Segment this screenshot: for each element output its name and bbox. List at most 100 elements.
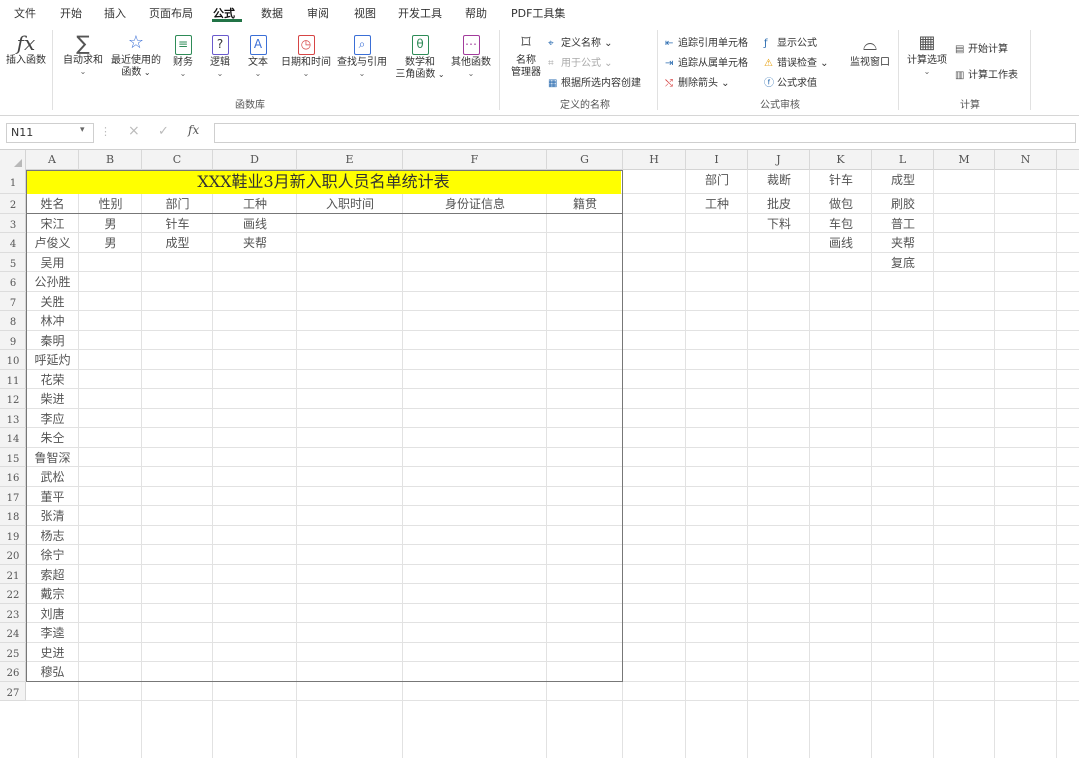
tab-pdf-tools[interactable]: PDF工具集: [511, 5, 565, 21]
name-cell[interactable]: 吴用: [26, 253, 79, 273]
row-header[interactable]: 17: [0, 487, 26, 506]
lookup-cell[interactable]: 画线: [810, 233, 872, 253]
drag-handle-icon[interactable]: ⋮: [100, 125, 111, 138]
worksheet-grid[interactable]: ABCDEFGHIJKLMN 1 2 3 4 5 6 7 8 9 10 11 12 13 14 15 16 17…: [0, 150, 1079, 758]
error-checking-button[interactable]: ⚠ 错误检查 ⌄: [764, 54, 829, 69]
trace-precedents-button[interactable]: ⇤ 追踪引用单元格: [665, 34, 748, 49]
row-header[interactable]: 25: [0, 643, 26, 662]
name-cell[interactable]: 杨志: [26, 526, 79, 546]
row-header[interactable]: 4: [0, 233, 26, 253]
column-header-b[interactable]: B: [79, 150, 142, 170]
select-all-corner[interactable]: [0, 150, 26, 170]
row-header[interactable]: 23: [0, 604, 26, 623]
sheet-title[interactable]: XXX鞋业3月新入职人员名单统计表: [26, 170, 621, 194]
define-name-button[interactable]: ⌖ 定义名称 ⌄: [548, 34, 613, 49]
row-header[interactable]: 18: [0, 506, 26, 526]
row-header[interactable]: 7: [0, 292, 26, 311]
lookup-cell[interactable]: 复底: [872, 253, 934, 273]
name-cell[interactable]: 戴宗: [26, 584, 79, 604]
lookup-cell[interactable]: 做包: [810, 194, 872, 214]
lookup-cell[interactable]: 普工: [872, 214, 934, 234]
name-cell[interactable]: 李逵: [26, 623, 79, 643]
column-header-h[interactable]: H: [623, 150, 686, 170]
name-cell[interactable]: 穆弘: [26, 662, 79, 682]
name-cell[interactable]: 史进: [26, 643, 79, 663]
lookup-cell[interactable]: 刷胶: [872, 194, 934, 214]
table-cell[interactable]: 成型: [142, 233, 213, 253]
table-header-cell[interactable]: 性别: [79, 194, 142, 214]
column-header-d[interactable]: D: [213, 150, 297, 170]
tab-file[interactable]: 文件: [14, 5, 36, 21]
recent-functions-button[interactable]: ☆ 最近使用的 函数 ⌄: [108, 32, 164, 79]
name-cell[interactable]: 李应: [26, 409, 79, 429]
column-header-m[interactable]: M: [934, 150, 995, 170]
table-header-cell[interactable]: 姓名: [26, 194, 79, 214]
calc-options-button[interactable]: ▦ 计算选项 ⌄: [904, 32, 950, 76]
evaluate-formula-button[interactable]: ⓕ 公式求值: [764, 74, 817, 89]
column-header-n[interactable]: N: [995, 150, 1057, 170]
calc-sheet-button[interactable]: ▥ 计算工作表: [955, 66, 1018, 81]
row-header[interactable]: 21: [0, 565, 26, 584]
row-header[interactable]: 9: [0, 331, 26, 350]
name-manager-button[interactable]: ⌑ 名称 管理器: [506, 32, 546, 79]
autosum-button[interactable]: ∑ 自动求和 ⌄: [58, 32, 108, 76]
lookup-cell[interactable]: 下料: [748, 214, 810, 234]
text-functions-button[interactable]: A 文本 ⌄: [241, 32, 275, 78]
column-header-a[interactable]: A: [26, 150, 79, 170]
row-header[interactable]: 14: [0, 428, 26, 448]
math-trig-button[interactable]: θ 数学和 三角函数 ⌄: [392, 32, 448, 81]
insert-function-icon[interactable]: fx: [188, 123, 199, 137]
lookup-reference-button[interactable]: ⌕ 查找与引用 ⌄: [334, 32, 390, 78]
name-cell[interactable]: 花荣: [26, 370, 79, 390]
table-header-cell[interactable]: 工种: [213, 194, 297, 214]
column-header-j[interactable]: J: [748, 150, 810, 170]
table-cell[interactable]: 宋江: [26, 214, 79, 234]
tab-review[interactable]: 审阅: [307, 5, 329, 21]
tab-insert[interactable]: 插入: [104, 5, 126, 21]
table-header-cell[interactable]: 籍贯: [547, 194, 623, 214]
lookup-cell[interactable]: 车包: [810, 214, 872, 234]
table-cell[interactable]: 男: [79, 233, 142, 253]
row-header[interactable]: 3: [0, 214, 26, 233]
check-icon[interactable]: ✓: [158, 124, 169, 139]
chevron-down-icon[interactable]: ▾: [80, 125, 85, 135]
column-header-i[interactable]: I: [686, 150, 748, 170]
table-cell[interactable]: 夹帮: [213, 233, 297, 253]
row-header[interactable]: 8: [0, 311, 26, 331]
create-from-selection-button[interactable]: ▦ 根据所选内容创建: [548, 74, 641, 89]
watch-window-button[interactable]: ⌓ 监视窗口: [846, 34, 894, 69]
row-header[interactable]: 12: [0, 389, 26, 409]
row-header[interactable]: 15: [0, 448, 26, 467]
table-cell[interactable]: 卢俊义: [26, 233, 79, 253]
lookup-cell[interactable]: 裁断: [748, 170, 810, 194]
tab-view[interactable]: 视图: [354, 5, 376, 21]
tab-home[interactable]: 开始: [60, 5, 82, 21]
name-cell[interactable]: 徐宁: [26, 545, 79, 565]
row-header[interactable]: 11: [0, 370, 26, 389]
financial-button[interactable]: ≡ 财务 ⌄: [166, 32, 200, 78]
name-cell[interactable]: 鲁智深: [26, 448, 79, 468]
name-cell[interactable]: 武松: [26, 467, 79, 487]
name-cell[interactable]: 公孙胜: [26, 272, 79, 292]
name-cell[interactable]: 呼延灼: [26, 350, 79, 370]
more-functions-button[interactable]: ⋯ 其他函数 ⌄: [448, 32, 494, 78]
table-cell[interactable]: 针车: [142, 214, 213, 234]
name-cell[interactable]: 刘唐: [26, 604, 79, 624]
name-cell[interactable]: 董平: [26, 487, 79, 507]
row-header[interactable]: 16: [0, 467, 26, 487]
name-cell[interactable]: 索超: [26, 565, 79, 585]
cancel-icon[interactable]: ×: [128, 123, 140, 139]
tab-help[interactable]: 帮助: [465, 5, 487, 21]
insert-function-button[interactable]: fx 插入函数: [6, 32, 46, 67]
row-header[interactable]: 26: [0, 662, 26, 682]
row-header[interactable]: 22: [0, 584, 26, 604]
column-header-f[interactable]: F: [403, 150, 547, 170]
row-header[interactable]: 5: [0, 253, 26, 272]
formula-input[interactable]: [214, 123, 1076, 143]
table-header-cell[interactable]: 入职时间: [297, 194, 403, 214]
row-header[interactable]: 13: [0, 409, 26, 428]
column-header-e[interactable]: E: [297, 150, 403, 170]
lookup-cell[interactable]: 成型: [872, 170, 934, 194]
row-header[interactable]: 6: [0, 272, 26, 292]
tab-developer[interactable]: 开发工具: [398, 5, 442, 21]
